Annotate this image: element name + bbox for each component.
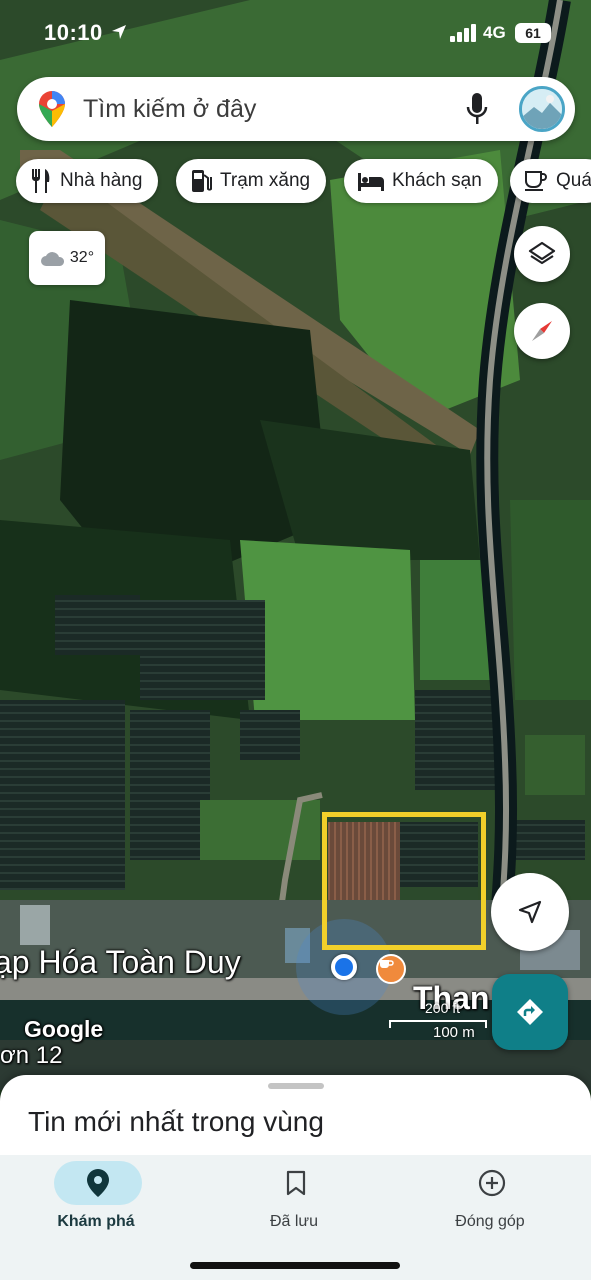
maps-logo-icon	[39, 91, 65, 127]
cafe-poi-marker[interactable]	[376, 954, 406, 984]
status-bar: 10:10 4G 61	[0, 0, 591, 66]
bookmark-icon	[286, 1170, 306, 1196]
chip-hotels[interactable]: Khách sạn	[344, 159, 498, 203]
sheet-title: Tin mới nhất trong vùng	[28, 1106, 324, 1137]
chip-label: Trạm xăng	[220, 170, 311, 191]
compass-button[interactable]	[514, 303, 570, 359]
chip-restaurants[interactable]: Nhà hàng	[16, 159, 159, 203]
chip-gas-stations[interactable]: Trạm xăng	[176, 159, 327, 203]
chip-cafes[interactable]: Quá	[510, 159, 591, 203]
tab-icon-container	[448, 1161, 536, 1205]
cup-icon	[380, 960, 394, 968]
avatar-image	[522, 89, 562, 129]
chip-label: Nhà hàng	[60, 170, 143, 191]
category-chips: Nhà hàng Trạm xăng Khách sạn Quá	[16, 159, 591, 205]
mic-icon[interactable]	[466, 93, 488, 125]
tab-label: Khám phá	[57, 1213, 135, 1230]
restaurant-icon	[32, 169, 50, 193]
network-type: 4G	[483, 23, 506, 42]
tab-label: Đã lưu	[269, 1213, 319, 1230]
home-indicator[interactable]	[190, 1262, 400, 1269]
scale-imperial: 200 ft	[425, 1000, 461, 1016]
search-bar[interactable]: Tìm kiếm ở đây	[17, 77, 575, 141]
weather-temp: 32°	[69, 249, 95, 266]
user-location-dot	[331, 954, 357, 980]
tab-label: Đóng góp	[455, 1213, 525, 1230]
cafe-icon	[525, 171, 547, 191]
layers-button[interactable]	[514, 226, 570, 282]
google-logo: Google	[24, 1016, 104, 1042]
directions-button[interactable]	[492, 974, 568, 1050]
directions-icon	[517, 999, 543, 1025]
tab-icon-container	[252, 1161, 340, 1205]
navigation-arrow-icon	[518, 900, 542, 924]
scale-metric: 100 m	[433, 1024, 475, 1041]
status-time: 10:10	[44, 20, 103, 45]
location-pin-icon	[87, 1169, 109, 1197]
tab-saved[interactable]: Đã lưu	[214, 1161, 374, 1251]
scale-bar: 200 ft 100 m	[389, 1000, 491, 1046]
hotel-icon	[358, 173, 384, 191]
tab-icon-container	[54, 1161, 142, 1205]
weather-badge[interactable]: 32°	[29, 231, 105, 285]
battery-indicator: 61	[515, 23, 551, 43]
highlight-box	[322, 812, 486, 950]
chip-label: Khách sạn	[392, 170, 482, 191]
sheet-drag-handle[interactable]	[268, 1083, 324, 1089]
gas-station-icon	[192, 170, 212, 192]
signal-icon	[450, 24, 476, 42]
layers-icon	[528, 241, 556, 265]
cloud-icon	[40, 252, 64, 266]
chip-label: Quá	[556, 170, 591, 191]
poi-label[interactable]: ạp Hóa Toàn Duy	[0, 944, 241, 981]
compass-icon	[532, 321, 552, 341]
street-label: ơn 12	[0, 1042, 63, 1069]
location-arrow-icon	[112, 25, 126, 39]
tab-contribute[interactable]: Đóng góp	[410, 1161, 570, 1251]
tab-explore[interactable]: Khám phá	[16, 1161, 176, 1251]
avatar[interactable]	[519, 86, 565, 132]
my-location-button[interactable]	[491, 873, 569, 951]
search-input[interactable]: Tìm kiếm ở đây	[83, 95, 256, 124]
add-circle-icon	[478, 1169, 506, 1197]
